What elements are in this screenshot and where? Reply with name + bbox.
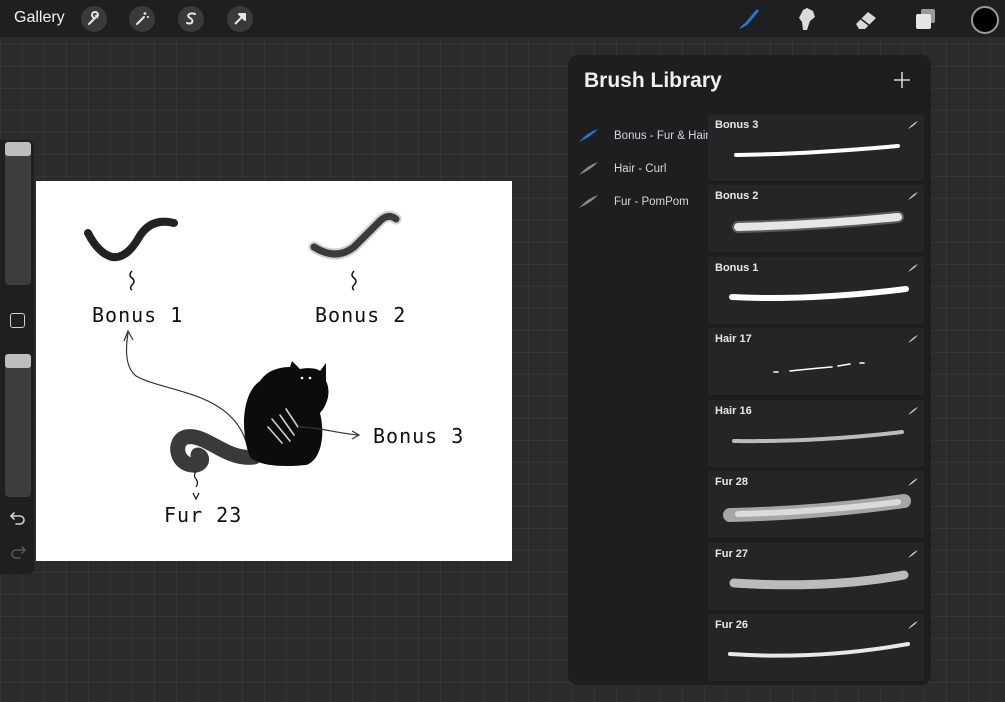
brush-set-icon (579, 129, 598, 142)
brush-set-label: Fur - PomPom (614, 196, 689, 208)
brush-library-panel: Brush Library Bonus - Fur & Hair Hair - … (568, 55, 931, 685)
redo-icon[interactable] (9, 545, 27, 559)
brush-preview-stroke (728, 642, 910, 658)
brush-preview-stroke (732, 430, 904, 444)
brush-opacity-knob[interactable] (5, 354, 31, 368)
brush-set-label: Bonus - Fur & Hair (614, 130, 710, 142)
brush-set-fur-pompom[interactable]: Fur - PomPom (578, 192, 713, 214)
gallery-button[interactable]: Gallery (14, 9, 65, 27)
brush-size-slider[interactable] (5, 142, 31, 285)
canvas-label-bonus1: Bonus 1 (92, 303, 184, 327)
selection-s-icon[interactable] (178, 6, 204, 32)
brush-library-title: Brush Library (584, 69, 722, 92)
magic-wand-icon[interactable] (129, 6, 155, 32)
canvas-label-bonus2: Bonus 2 (315, 303, 407, 327)
brush-set-icon (579, 162, 598, 175)
undo-icon[interactable] (9, 511, 27, 525)
brush-preview-stroke (732, 211, 904, 233)
wrench-icon[interactable] (81, 6, 107, 32)
eraser-icon[interactable] (852, 5, 880, 33)
brush-preview-stroke (734, 144, 900, 157)
color-swatch[interactable] (971, 6, 999, 34)
brush-set-icon (579, 195, 598, 208)
square-icon[interactable] (10, 313, 25, 328)
canvas-label-fur23: Fur 23 (164, 503, 243, 527)
brush-set-bonus-fur-hair[interactable]: Bonus - Fur & Hair (578, 126, 713, 148)
bonus1-sample-stroke (84, 217, 178, 262)
brush-icon[interactable] (734, 5, 762, 33)
transform-arrow-icon[interactable] (227, 6, 253, 32)
brush-set-label: Hair - Curl (614, 163, 667, 175)
brush-item[interactable]: Bonus 2 (708, 185, 924, 253)
canvas-label-bonus3: Bonus 3 (373, 424, 465, 448)
brush-item[interactable]: Hair 17 (708, 328, 924, 396)
brush-item[interactable]: Fur 28 (708, 471, 924, 539)
left-sidebar (0, 140, 34, 574)
plus-icon[interactable] (891, 69, 913, 91)
brush-item[interactable]: Bonus 3 (708, 114, 924, 182)
layers-icon[interactable] (912, 5, 940, 33)
brush-set-hair-curl[interactable]: Hair - Curl (578, 159, 713, 181)
drawing-canvas[interactable]: Bonus 1 Bonus 2 Bonus 3 Fur 23 (36, 181, 512, 561)
brush-preview-stroke (729, 570, 909, 590)
brush-item[interactable]: Hair 16 (708, 400, 924, 468)
brush-item[interactable]: Fur 26 (708, 614, 924, 682)
canvas-artwork (84, 210, 402, 501)
brush-item[interactable]: Bonus 1 (708, 257, 924, 325)
brush-preview-stroke (729, 286, 909, 301)
cat-silhouette (244, 361, 329, 467)
brush-preview-stroke (723, 494, 911, 522)
brush-size-knob[interactable] (5, 142, 31, 156)
brush-opacity-slider[interactable] (5, 354, 31, 497)
smudge-icon[interactable] (793, 5, 821, 33)
brush-preview-stroke (773, 362, 865, 373)
top-toolbar: Gallery (0, 0, 1005, 37)
brush-item[interactable]: Fur 27 (708, 543, 924, 611)
